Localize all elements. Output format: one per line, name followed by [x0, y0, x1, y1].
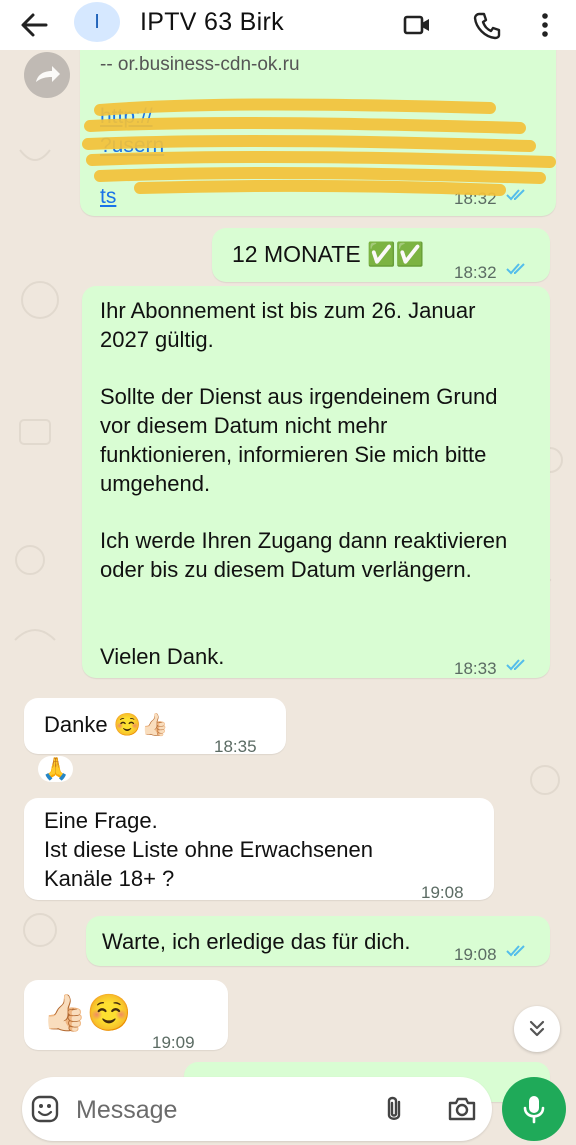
message-text: 👍🏻☺️ [42, 992, 132, 1033]
message-time: 19:09 [152, 1033, 195, 1052]
emoji-icon[interactable] [30, 1094, 60, 1124]
message-time: 18:35 [214, 737, 257, 756]
microphone-button[interactable] [502, 1077, 566, 1141]
message-input[interactable] [74, 1091, 358, 1129]
message-text: 12 MONATE ✅✅ [232, 241, 425, 267]
message-reaction[interactable]: 🙏 [38, 756, 74, 782]
message-text: Warte, ich erledige das für dich. [102, 929, 411, 954]
message-text: Danke ☺️👍🏻 [44, 712, 169, 737]
arrow-left-icon[interactable] [18, 10, 50, 40]
more-vert-icon[interactable] [530, 10, 560, 40]
read-ticks-icon [506, 945, 525, 957]
message-time: 18:33 [454, 659, 497, 678]
message-thumbs[interactable]: 👍🏻☺️ 19:09 [24, 980, 228, 1052]
message-frage[interactable]: Eine Frage. Ist diese Liste ohne Erwachs… [24, 798, 494, 902]
message-danke[interactable]: Danke ☺️👍🏻 18:35 [24, 698, 286, 756]
message-text-line2: Ist diese Liste ohne Erwachsenen [44, 837, 373, 862]
redaction-scribble [82, 98, 556, 196]
paragraph-service: Sollte der Dienst aus irgendeinem Grund … [100, 384, 498, 496]
message-text-line1: Eine Frage. [44, 808, 158, 833]
phone-icon[interactable] [472, 10, 502, 40]
paperclip-icon[interactable] [380, 1093, 408, 1125]
read-ticks-icon [506, 263, 525, 275]
forward-icon[interactable] [24, 52, 70, 98]
microphone-icon [523, 1096, 545, 1124]
read-ticks-icon [506, 659, 525, 671]
chevrons-down-icon [529, 1020, 545, 1037]
message-list[interactable]: -- or.business-cdn-ok.ru http:// ?usern … [0, 30, 576, 1102]
camera-icon[interactable] [446, 1093, 478, 1125]
message-text-line3: Kanäle 18+ ? [44, 866, 175, 891]
paragraph-thanks: Vielen Dank. [100, 644, 225, 669]
link-snippet: -- or.business-cdn-ok.ru [100, 54, 300, 75]
chat-header: I IPTV 63 Birk [0, 0, 576, 50]
message-subscription[interactable]: Ihr Abonnement ist bis zum 26. Januar 20… [82, 286, 550, 678]
message-warte[interactable]: Warte, ich erledige das für dich. 19:08 [86, 916, 550, 966]
message-time: 19:08 [421, 883, 464, 902]
message-12-monate[interactable]: 12 MONATE ✅✅ 18:32 [212, 228, 550, 282]
avatar-letter: I [94, 10, 100, 33]
avatar[interactable]: I [74, 2, 120, 42]
video-call-icon[interactable] [402, 10, 432, 40]
contact-name[interactable]: IPTV 63 Birk [140, 8, 284, 37]
message-composer [22, 1077, 492, 1141]
paragraph-reactivate: Ich werde Ihren Zugang dann reaktivieren… [100, 528, 508, 582]
scroll-to-bottom-button[interactable] [514, 1006, 560, 1052]
message-time: 19:08 [454, 945, 497, 964]
paragraph-validity: Ihr Abonnement ist bis zum 26. Januar 20… [100, 298, 476, 352]
message-time: 18:32 [454, 263, 497, 282]
